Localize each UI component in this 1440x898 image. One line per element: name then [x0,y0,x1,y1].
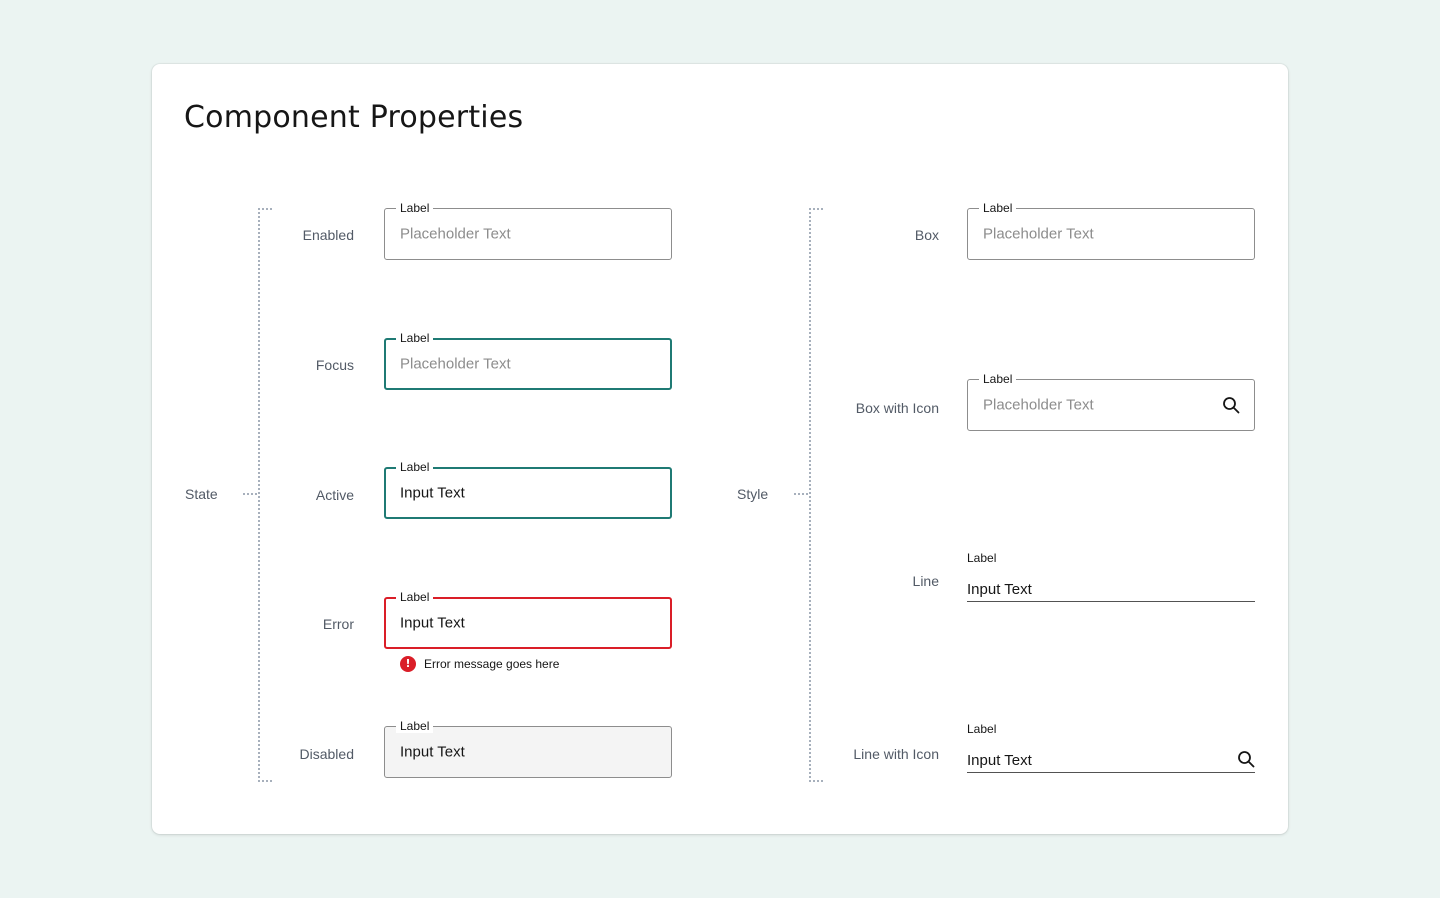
field-label: Label [396,460,434,474]
text-field-error[interactable]: Label Input Text [384,590,672,649]
text-field-box-with-icon[interactable]: Label Placeholder Text [967,372,1255,431]
field-value: Input Text [400,743,465,761]
row-label-focus: Focus [315,357,354,373]
row-label-error: Error [322,616,354,632]
style-group-label: Style [737,486,769,502]
field-placeholder: Placeholder Text [400,355,511,373]
row-label-enabled: Enabled [302,227,354,243]
row-label-line: Line [912,573,939,589]
style-connector [794,493,808,495]
field-placeholder: Placeholder Text [983,225,1094,243]
field-label: Label [979,372,1017,386]
field-value: Input Text [967,752,1032,769]
field-placeholder: Placeholder Text [400,225,511,243]
field-label: Label [396,201,434,215]
properties-card [152,64,1288,834]
page-title: Component Properties [184,100,524,135]
row-label-disabled: Disabled [299,746,354,762]
state-group-label: State [185,486,218,502]
field-label: Label [967,551,997,565]
field-label: Label [967,722,997,736]
field-value: Input Text [400,614,465,632]
error-message-text: Error message goes here [424,657,560,671]
row-label-active: Active [315,487,354,503]
search-icon[interactable] [1237,750,1255,768]
field-label: Label [396,719,434,733]
row-label-line-with-icon: Line with Icon [853,746,939,762]
error-icon: ! [400,656,416,672]
text-field-line[interactable]: Label Input Text [967,551,1255,602]
field-label: Label [396,331,434,345]
text-field-enabled[interactable]: Label Placeholder Text [384,201,672,260]
text-field-focus[interactable]: Label Placeholder Text [384,331,672,390]
state-bracket [258,208,272,782]
text-field-line-with-icon[interactable]: Label Input Text [967,722,1255,773]
state-connector [243,493,257,495]
text-field-box[interactable]: Label Placeholder Text [967,201,1255,260]
error-message: ! Error message goes here [400,656,559,672]
text-field-disabled: Label Input Text [384,719,672,778]
field-label: Label [979,201,1017,215]
row-label-box: Box [914,227,939,243]
field-value: Input Text [967,581,1032,598]
text-field-active[interactable]: Label Input Text [384,460,672,519]
field-value: Input Text [400,484,465,502]
field-placeholder: Placeholder Text [983,396,1094,414]
row-label-box-with-icon: Box with Icon [855,400,939,416]
style-bracket [809,208,823,782]
search-icon[interactable] [1222,396,1240,414]
field-label: Label [396,590,434,604]
